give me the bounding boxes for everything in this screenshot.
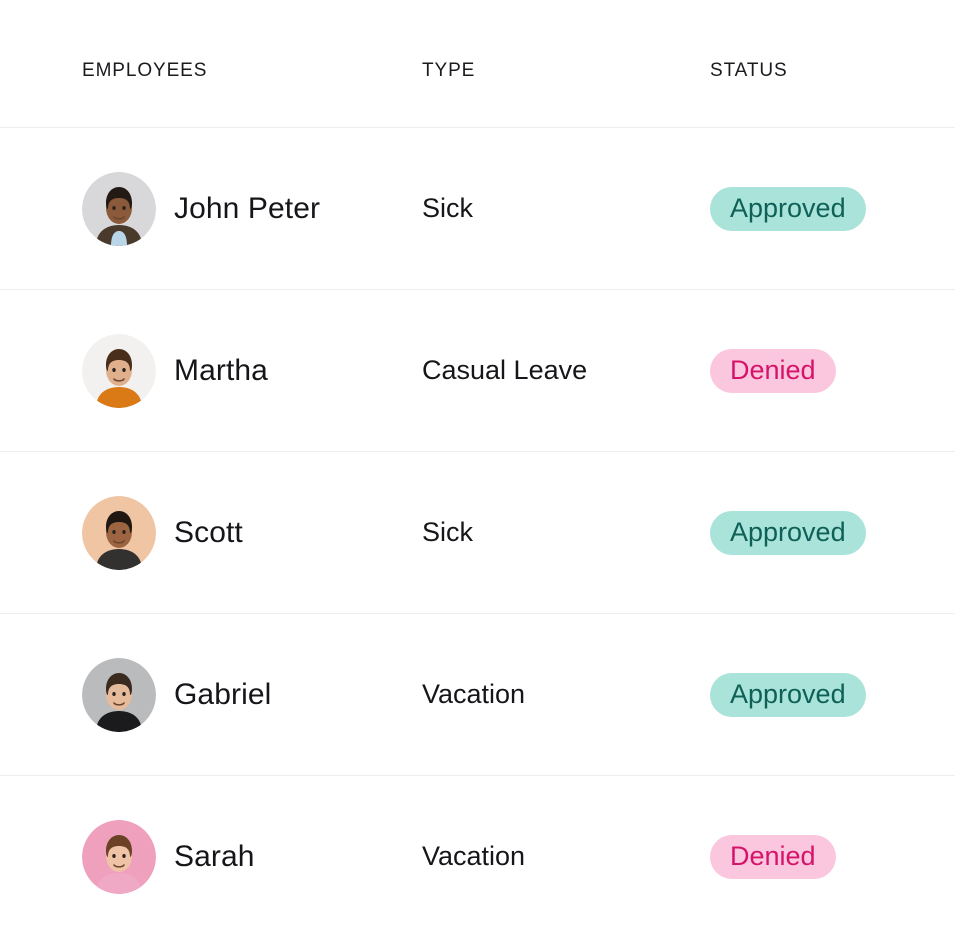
status-badge: Approved: [710, 672, 866, 717]
cell-employee: John Peter: [82, 171, 422, 246]
cell-employee: Gabriel: [82, 657, 422, 732]
status-badge: Denied: [710, 348, 836, 393]
table-body: John Peter Sick Approved Martha Casual L…: [0, 127, 955, 930]
column-header-employees: EMPLOYEES: [82, 59, 208, 81]
table-row[interactable]: Gabriel Vacation Approved: [0, 614, 955, 775]
cell-status: Approved: [710, 672, 910, 717]
status-badge: Approved: [710, 186, 866, 231]
table-row[interactable]: Sarah Vacation Denied: [0, 776, 955, 930]
leave-type: Vacation: [422, 679, 526, 709]
cell-status: Denied: [710, 834, 910, 879]
leave-type: Casual Leave: [422, 355, 588, 385]
avatar-scott: [82, 495, 156, 570]
avatar-gabriel: [82, 657, 156, 732]
status-badge: Approved: [710, 510, 866, 555]
leave-requests-card: EMPLOYEES TYPE STATUS John Peter Sick Ap…: [0, 0, 955, 930]
table-row[interactable]: John Peter Sick Approved: [0, 128, 955, 289]
avatar-sarah: [82, 819, 156, 894]
leave-type: Sick: [422, 517, 474, 547]
employee-name: Gabriel: [174, 677, 272, 711]
employee-name: Sarah: [174, 839, 255, 873]
table-row[interactable]: Martha Casual Leave Denied: [0, 290, 955, 451]
cell-employee: Martha: [82, 333, 422, 408]
cell-employee: Sarah: [82, 819, 422, 894]
status-badge: Denied: [710, 834, 836, 879]
cell-employee: Scott: [82, 495, 422, 570]
table-row[interactable]: Scott Sick Approved: [0, 452, 955, 613]
table-header-row: EMPLOYEES TYPE STATUS: [0, 0, 955, 127]
employee-name: Scott: [174, 515, 243, 549]
cell-status: Denied: [710, 348, 910, 393]
avatar-john-peter: [82, 171, 156, 246]
column-header-status: STATUS: [710, 59, 788, 81]
employee-name: Martha: [174, 353, 268, 387]
avatar-martha: [82, 333, 156, 408]
leave-type: Vacation: [422, 841, 526, 871]
employee-name: John Peter: [174, 191, 321, 225]
cell-status: Approved: [710, 186, 910, 231]
cell-status: Approved: [710, 510, 910, 555]
column-header-type: TYPE: [422, 59, 476, 81]
leave-type: Sick: [422, 193, 474, 223]
